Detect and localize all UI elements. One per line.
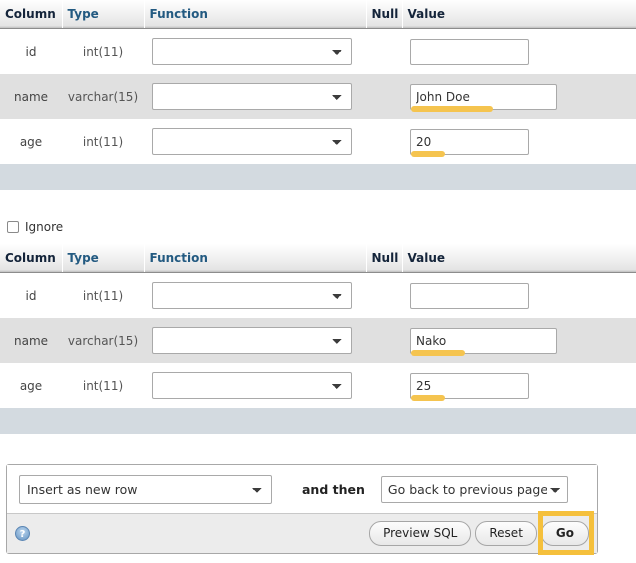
question-mark-icon[interactable]: ? xyxy=(15,525,30,541)
after-insert-select[interactable]: Go back to previous page xyxy=(380,476,568,503)
header-column[interactable]: Column xyxy=(0,244,63,273)
table-row: age int(11) xyxy=(0,119,636,164)
cell-column-name: name xyxy=(13,333,49,348)
function-select-age[interactable] xyxy=(152,372,352,399)
header-function[interactable]: Function xyxy=(144,244,367,273)
table-row: id int(11) xyxy=(0,28,636,75)
button-group: Preview SQL Reset Go xyxy=(369,510,594,555)
cell-function xyxy=(144,74,366,119)
cell-column-type: int(11) xyxy=(82,288,124,303)
cell-null xyxy=(366,318,402,363)
cell-column-type: varchar(15) xyxy=(67,333,139,348)
cell-null xyxy=(366,74,402,119)
cell-column-type: varchar(15) xyxy=(67,89,139,104)
cell-null xyxy=(366,29,402,75)
value-input-id[interactable] xyxy=(410,38,529,65)
cell-column-type: int(11) xyxy=(82,378,124,393)
cell-function xyxy=(144,29,366,75)
cell-function xyxy=(144,363,366,408)
value-wrap xyxy=(410,38,529,65)
cell-column-type: int(11) xyxy=(82,134,124,149)
cell-column-type: int(11) xyxy=(82,44,124,59)
value-input-id[interactable] xyxy=(410,282,529,309)
table-header-row: Column Type Function Null Value xyxy=(0,0,636,29)
action-panel: Insert as new row and then Go back to pr… xyxy=(6,464,598,555)
cell-null xyxy=(366,363,402,408)
table-footer-band-2 xyxy=(0,408,636,434)
function-select-id[interactable] xyxy=(152,282,352,309)
function-select-name[interactable] xyxy=(152,327,352,354)
cell-function xyxy=(144,273,366,319)
cell-value xyxy=(402,318,636,363)
header-type[interactable]: Type xyxy=(62,244,145,273)
cell-function xyxy=(144,318,366,363)
action-panel-top: Insert as new row and then Go back to pr… xyxy=(7,465,597,513)
function-select-name[interactable] xyxy=(152,83,352,110)
table-header-row: Column Type Function Null Value xyxy=(0,244,636,273)
cell-function xyxy=(144,119,366,164)
value-wrap xyxy=(410,372,529,401)
function-select-id[interactable] xyxy=(152,38,352,65)
header-null[interactable]: Null xyxy=(366,244,403,273)
insert-table-1: Column Type Function Null Value id int(1… xyxy=(0,0,636,164)
preview-sql-button[interactable]: Preview SQL xyxy=(369,520,472,546)
cell-column-name: id xyxy=(25,44,37,59)
cell-value xyxy=(402,74,636,119)
insert-table-2: Column Type Function Null Value id int(1… xyxy=(0,244,636,408)
spacer xyxy=(0,190,636,208)
cell-column-name: id xyxy=(25,288,37,303)
value-input-age[interactable] xyxy=(410,372,529,399)
ignore-row[interactable]: Ignore xyxy=(0,208,636,244)
and-then-label: and then xyxy=(302,482,365,497)
value-input-name[interactable] xyxy=(410,83,557,110)
ignore-label: Ignore xyxy=(25,220,64,234)
header-function[interactable]: Function xyxy=(144,0,367,29)
cell-null xyxy=(366,273,402,319)
cell-column-name: name xyxy=(13,89,49,104)
cell-value xyxy=(402,273,636,319)
value-wrap xyxy=(410,83,557,112)
row-form-1: Column Type Function Null Value id int(1… xyxy=(0,0,636,190)
header-type[interactable]: Type xyxy=(62,0,145,29)
header-column[interactable]: Column xyxy=(0,0,63,29)
cell-value xyxy=(402,29,636,75)
reset-button[interactable]: Reset xyxy=(475,520,537,546)
value-input-age[interactable] xyxy=(410,128,529,155)
table-row: age int(11) xyxy=(0,363,636,408)
value-wrap xyxy=(410,128,529,157)
cell-column-name: age xyxy=(19,378,43,393)
table-row: name varchar(15) xyxy=(0,74,636,119)
cell-value xyxy=(402,363,636,408)
table-row: id int(11) xyxy=(0,272,636,319)
go-button[interactable]: Go xyxy=(540,520,589,546)
header-value[interactable]: Value xyxy=(402,0,636,29)
row-form-2: Ignore Column Type Function Null Value i… xyxy=(0,208,636,434)
function-select-age[interactable] xyxy=(152,128,352,155)
value-wrap xyxy=(410,327,557,356)
value-input-name[interactable] xyxy=(410,327,557,354)
table-row: name varchar(15) xyxy=(0,318,636,363)
cell-value xyxy=(402,119,636,164)
action-panel-bottom: ? Preview SQL Reset Go xyxy=(7,510,597,555)
table-footer-band-1 xyxy=(0,164,636,190)
header-null[interactable]: Null xyxy=(366,0,403,29)
cell-null xyxy=(366,119,402,164)
value-wrap xyxy=(410,282,529,309)
cell-column-name: age xyxy=(19,134,43,149)
insert-mode-select[interactable]: Insert as new row xyxy=(19,475,272,504)
ignore-checkbox[interactable] xyxy=(7,221,19,233)
header-value[interactable]: Value xyxy=(402,244,636,273)
